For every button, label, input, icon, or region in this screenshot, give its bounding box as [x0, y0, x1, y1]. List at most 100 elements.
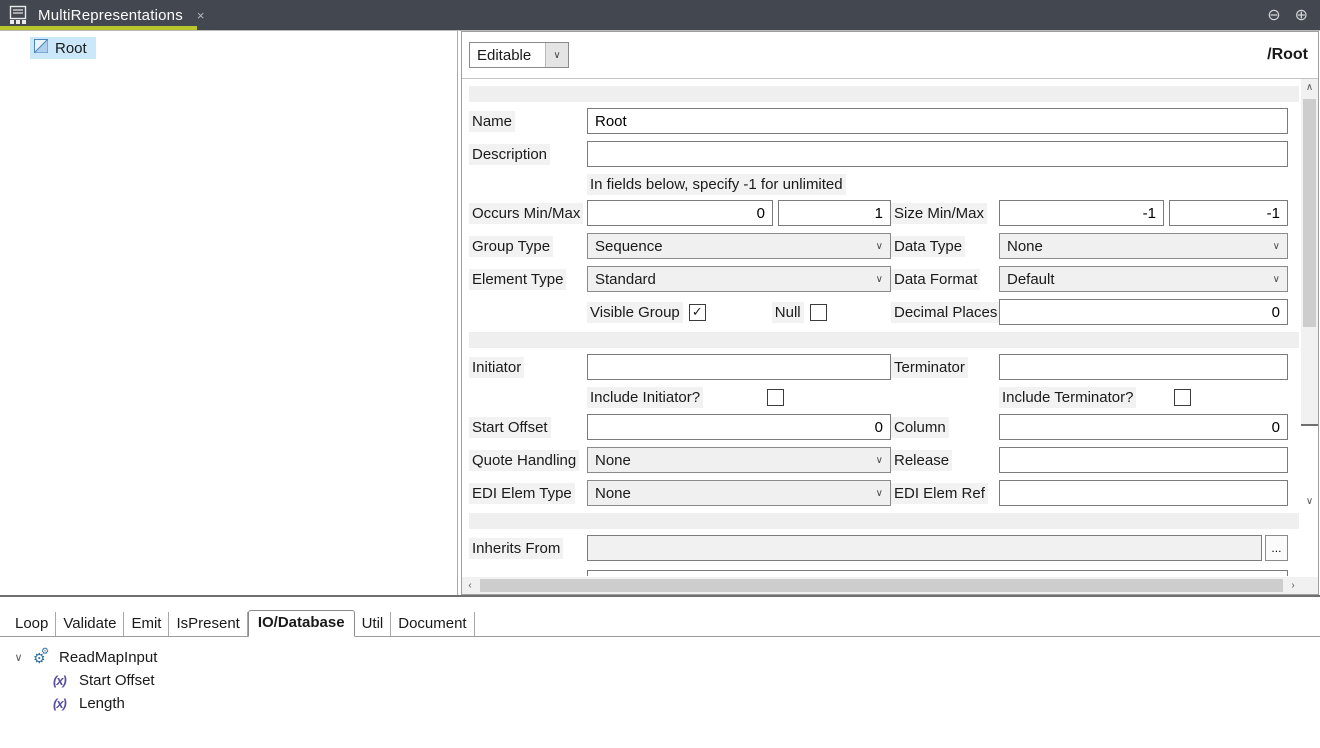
column-input[interactable]	[999, 414, 1288, 440]
gears-icon: ⚙⚙	[33, 651, 51, 665]
description-label: Description	[469, 144, 550, 165]
chevron-down-icon: ∨	[876, 488, 890, 499]
name-input[interactable]	[587, 108, 1288, 134]
initiator-input[interactable]	[587, 354, 891, 380]
scroll-left-icon[interactable]: ‹	[462, 578, 478, 594]
unlimited-note: In fields below, specify -1 for unlimite…	[587, 174, 846, 195]
scroll-right-icon[interactable]: ›	[1285, 578, 1301, 594]
node-path: /Root	[1267, 46, 1308, 64]
edi-elem-ref-input[interactable]	[999, 480, 1288, 506]
group-type-label: Group Type	[469, 236, 553, 257]
scrollbar-corner	[1301, 577, 1318, 594]
variable-icon: (x)	[53, 696, 71, 711]
start-offset-input[interactable]	[587, 414, 891, 440]
data-type-select[interactable]: None ∨	[999, 233, 1288, 259]
size-min-input[interactable]	[999, 200, 1164, 226]
group-type-select[interactable]: Sequence ∨	[587, 233, 891, 259]
tab-ispresent[interactable]: IsPresent	[169, 612, 247, 636]
mode-select-value: Editable	[470, 47, 545, 64]
tree-item-start-offset[interactable]: (x) Start Offset	[12, 669, 1320, 692]
scroll-up-icon[interactable]: ∧	[1301, 79, 1318, 95]
properties-header: Editable ∨ /Root	[462, 32, 1318, 79]
start-offset-label: Start Offset	[469, 417, 551, 438]
data-format-select[interactable]: Default ∨	[999, 266, 1288, 292]
titlebar-actions: ⊖ ⊕	[1267, 5, 1320, 25]
occurs-minmax-label: Occurs Min/Max	[469, 203, 583, 224]
chevron-down-icon: ∨	[876, 455, 890, 466]
tab-document[interactable]: Document	[391, 612, 474, 636]
decimal-places-input[interactable]	[999, 299, 1288, 325]
tab-loop[interactable]: Loop	[8, 612, 56, 636]
terminator-label: Terminator	[891, 357, 968, 378]
quote-handling-label: Quote Handling	[469, 450, 579, 471]
element-type-label: Element Type	[469, 269, 566, 290]
chevron-down-icon: ∨	[876, 241, 890, 252]
release-input[interactable]	[999, 447, 1288, 473]
quote-handling-select[interactable]: None ∨	[587, 447, 891, 473]
tree-item-root[interactable]: Root	[30, 37, 96, 59]
element-icon	[34, 39, 48, 57]
tab-emit[interactable]: Emit	[124, 612, 169, 636]
tree-item-length[interactable]: (x) Length	[12, 692, 1320, 715]
tab-validate[interactable]: Validate	[56, 612, 124, 636]
properties-panel: Editable ∨ /Root Name Description In fie	[461, 31, 1319, 595]
variable-icon: (x)	[53, 673, 71, 688]
include-terminator-label: Include Terminator?	[999, 387, 1136, 408]
zoom-out-icon[interactable]: ⊖	[1267, 5, 1280, 25]
titlebar: MultiRepresentations × ⊖ ⊕	[0, 0, 1320, 30]
occurs-min-input[interactable]	[587, 200, 773, 226]
null-checkbox[interactable]	[810, 304, 827, 321]
main-area: Root Editable ∨ /Root Name Description	[0, 30, 1320, 595]
horizontal-scrollbar[interactable]: ‹ ›	[462, 577, 1301, 594]
include-terminator-checkbox[interactable]	[1174, 389, 1191, 406]
mode-select[interactable]: Editable ∨	[469, 42, 569, 68]
zoom-in-icon[interactable]: ⊕	[1295, 5, 1308, 25]
edi-elem-type-select[interactable]: None ∨	[587, 480, 891, 506]
name-label: Name	[469, 111, 515, 132]
separator-band	[469, 513, 1299, 529]
null-label: Null	[772, 302, 804, 323]
inherits-from-label: Inherits From	[469, 538, 563, 559]
active-tab-underline	[0, 26, 197, 30]
inherits-from-browse-button[interactable]: ...	[1265, 535, 1288, 561]
chevron-down-icon[interactable]: ∨	[12, 651, 25, 664]
tab-io-database[interactable]: IO/Database	[248, 610, 355, 637]
visible-group-label: Visible Group	[587, 302, 683, 323]
include-initiator-checkbox[interactable]	[767, 389, 784, 406]
io-database-tree: ∨ ⚙⚙ ReadMapInput (x) Start Offset (x) L…	[0, 637, 1320, 715]
tree-item-label: ReadMapInput	[59, 649, 157, 666]
include-initiator-label: Include Initiator?	[587, 387, 703, 408]
size-max-input[interactable]	[1169, 200, 1288, 226]
occurs-max-input[interactable]	[778, 200, 891, 226]
document-tab-title: MultiRepresentations	[38, 7, 183, 24]
form-scroll-area: Name Description In fields below, specif…	[462, 79, 1301, 577]
close-tab-icon[interactable]: ×	[197, 8, 205, 23]
horizontal-scrollbar-thumb[interactable]	[480, 579, 1283, 592]
form-body: Name Description In fields below, specif…	[462, 79, 1318, 577]
function-panel: Loop Validate Emit IsPresent IO/Database…	[0, 595, 1320, 748]
map-document-icon	[8, 5, 28, 25]
release-label: Release	[891, 450, 952, 471]
tab-util[interactable]: Util	[355, 612, 392, 636]
horizontal-scrollbar-row: ‹ ›	[462, 577, 1318, 594]
tree-item-label: Root	[55, 40, 87, 57]
vertical-scrollbar[interactable]: ∧ ∨	[1301, 79, 1318, 577]
chevron-down-icon: ∨	[545, 43, 568, 67]
tree-item-label: Start Offset	[79, 672, 155, 689]
function-tabs: Loop Validate Emit IsPresent IO/Database…	[0, 610, 1320, 637]
tree-item-readmapinput[interactable]: ∨ ⚙⚙ ReadMapInput	[12, 646, 1320, 669]
data-format-label: Data Format	[891, 269, 980, 290]
clipped-field	[587, 570, 1288, 576]
element-type-select[interactable]: Standard ∨	[587, 266, 891, 292]
description-input[interactable]	[587, 141, 1288, 167]
tree-item-label: Length	[79, 695, 125, 712]
inherits-from-input[interactable]	[587, 535, 1262, 561]
separator-band	[469, 332, 1299, 348]
data-type-label: Data Type	[891, 236, 965, 257]
chevron-down-icon: ∨	[1273, 274, 1287, 285]
vertical-scrollbar-thumb[interactable]	[1303, 99, 1316, 327]
scroll-down-icon[interactable]: ∨	[1301, 424, 1318, 577]
size-minmax-label: Size Min/Max	[891, 203, 987, 224]
terminator-input[interactable]	[999, 354, 1288, 380]
visible-group-checkbox[interactable]: ✓	[689, 304, 706, 321]
